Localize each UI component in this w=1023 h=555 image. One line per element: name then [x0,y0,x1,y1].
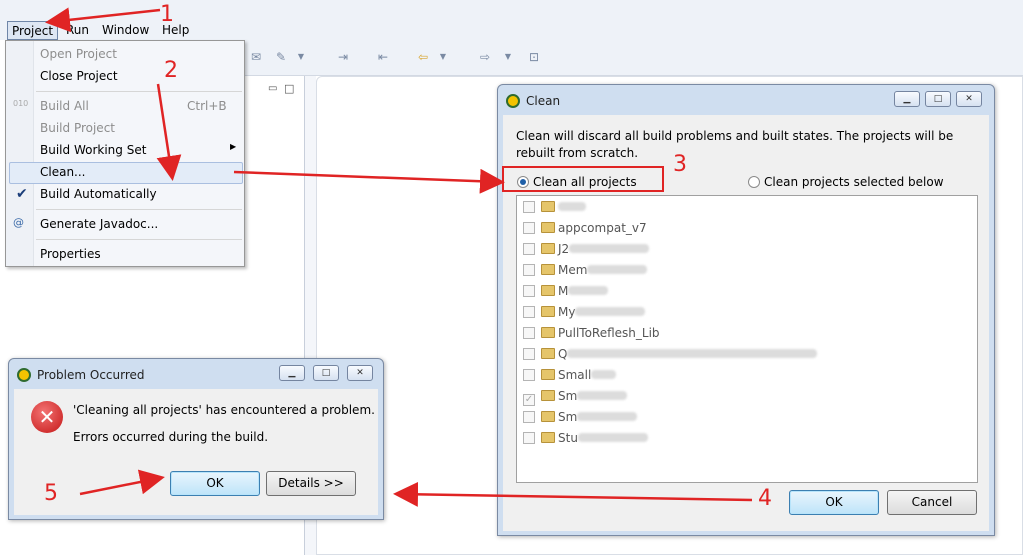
arrow-step-3 [233,168,505,194]
annotation-arrows [45,7,753,507]
arrow-step-1 [45,7,161,33]
arrow-step-2 [156,83,182,181]
arrow-step-4 [393,481,753,507]
arrow-step-5 [79,469,165,496]
